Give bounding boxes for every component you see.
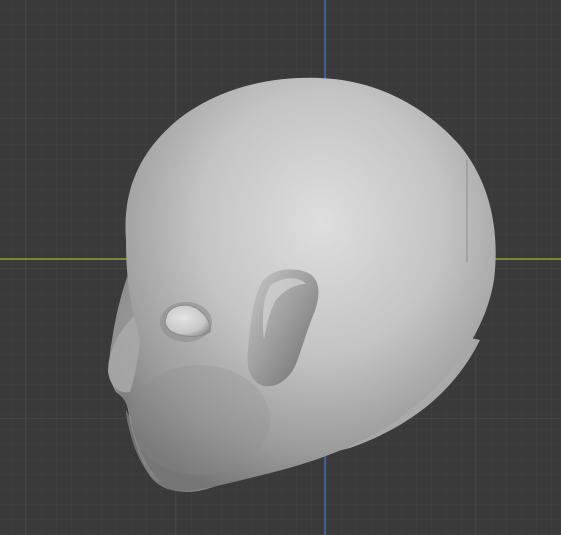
3d-viewport[interactable] (0, 0, 561, 535)
viewport-canvas[interactable] (0, 0, 561, 535)
cheek-shadow (130, 365, 270, 475)
